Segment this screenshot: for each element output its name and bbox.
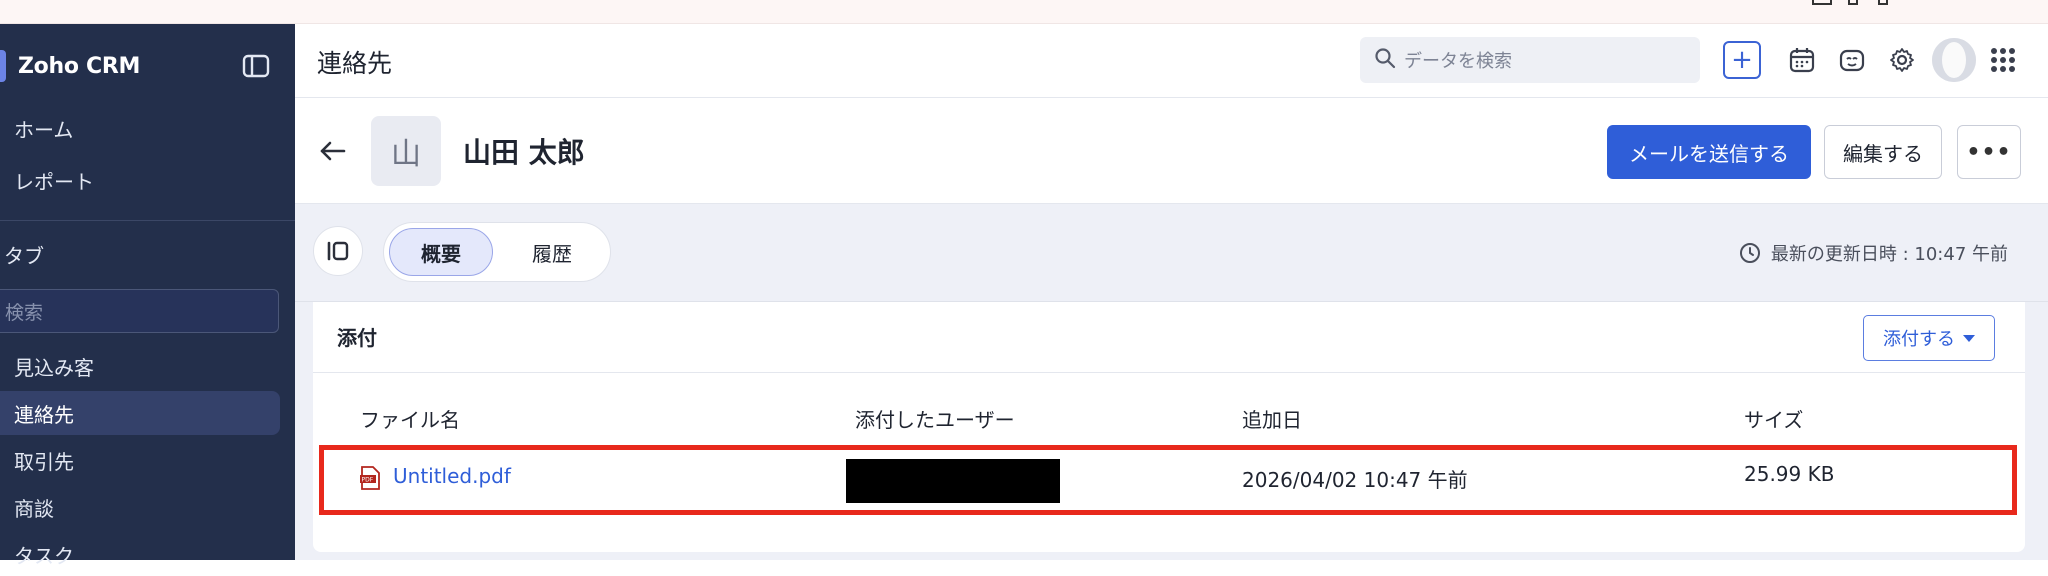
record-avatar: 山 bbox=[371, 116, 441, 186]
calendar-icon[interactable] bbox=[1786, 44, 1818, 76]
attach-button[interactable]: 添付する bbox=[1863, 315, 1995, 361]
sidebar-collapse-icon[interactable] bbox=[240, 50, 272, 82]
more-options-button[interactable]: ••• bbox=[1957, 125, 2021, 179]
sidebar-item-label: ホーム bbox=[14, 117, 74, 142]
brand-name: Zoho CRM bbox=[18, 53, 141, 79]
record-header: 山 山田 太郎 メールを送信する 編集する ••• bbox=[295, 98, 2048, 204]
top-strip-fragment bbox=[1788, 0, 2048, 6]
view-tabs: 概要 履歴 bbox=[383, 222, 611, 282]
attachment-file-link[interactable]: Untitled.pdf bbox=[393, 464, 511, 488]
redacted-attached-by bbox=[846, 459, 1060, 503]
send-email-button[interactable]: メールを送信する bbox=[1607, 125, 1811, 179]
sidebar-item-label: 取引先 bbox=[14, 449, 74, 474]
back-arrow-icon[interactable] bbox=[315, 134, 349, 168]
sidebar-item-label: 見込み客 bbox=[14, 355, 94, 380]
last-updated-text: 最新の更新日時 : 10:47 午前 bbox=[1770, 244, 2008, 265]
panel-toggle-icon[interactable] bbox=[313, 226, 363, 276]
sidebar-search-input[interactable]: 検索 bbox=[0, 289, 279, 333]
caret-down-icon bbox=[1963, 334, 1975, 342]
column-header-attached-by[interactable]: 添付したユーザー bbox=[855, 404, 1015, 433]
search-placeholder: データを検索 bbox=[1404, 51, 1512, 72]
card-divider bbox=[313, 372, 2025, 373]
sidebar-item-accounts[interactable]: 取引先 bbox=[0, 438, 280, 482]
sidebar-item-label: 連絡先 bbox=[14, 402, 74, 427]
attachment-added-date: 2026/04/02 10:47 午前 bbox=[1242, 468, 1468, 492]
pdf-file-icon: PDF bbox=[359, 466, 381, 490]
attach-button-label: 添付する bbox=[1883, 329, 1955, 350]
bot-icon[interactable] bbox=[1836, 44, 1868, 76]
sidebar-item-contacts[interactable]: 連絡先 bbox=[0, 391, 280, 435]
settings-icon[interactable] bbox=[1886, 44, 1918, 76]
attachment-size: 25.99 KB bbox=[1744, 462, 1835, 486]
page-title: 連絡先 bbox=[317, 49, 393, 78]
sidebar-divider bbox=[0, 220, 295, 221]
brand-logo-mark bbox=[0, 50, 6, 82]
sidebar-item-leads[interactable]: 見込み客 bbox=[0, 344, 280, 388]
sidebar-item-deals[interactable]: 商談 bbox=[0, 485, 280, 529]
top-header: 連絡先 データを検索 + bbox=[295, 24, 2048, 98]
sidebar-section-label: タブ bbox=[4, 244, 44, 268]
svg-text:PDF: PDF bbox=[362, 477, 374, 484]
sidebar-item-reports[interactable]: レポート bbox=[0, 158, 280, 202]
clock-icon bbox=[1739, 242, 1761, 264]
content-area: 添付 添付する ファイル名 添付したユーザー 追加日 サイズ PDF Untit… bbox=[295, 302, 2048, 560]
sidebar-item-label: レポート bbox=[14, 169, 94, 194]
global-search-input[interactable]: データを検索 bbox=[1360, 37, 1700, 83]
sidebar-item-label: 商談 bbox=[14, 496, 54, 521]
record-name: 山田 太郎 bbox=[463, 136, 585, 169]
record-tab-bar: 概要 履歴 最新の更新日時 : 10:47 午前 bbox=[295, 204, 2048, 302]
column-header-file-name[interactable]: ファイル名 bbox=[360, 404, 460, 433]
profile-avatar[interactable] bbox=[1932, 38, 1976, 82]
last-updated: 最新の更新日時 : 10:47 午前 bbox=[1739, 240, 2008, 266]
column-header-added-date[interactable]: 追加日 bbox=[1242, 404, 1302, 433]
sidebar-search-placeholder: 検索 bbox=[5, 301, 44, 324]
create-new-button[interactable]: + bbox=[1723, 41, 1761, 79]
tab-history[interactable]: 履歴 bbox=[502, 228, 602, 276]
column-header-size[interactable]: サイズ bbox=[1744, 404, 1803, 433]
attachments-title: 添付 bbox=[337, 326, 377, 350]
tab-overview[interactable]: 概要 bbox=[389, 228, 493, 276]
attachments-card: 添付 添付する ファイル名 添付したユーザー 追加日 サイズ PDF Untit… bbox=[313, 302, 2025, 552]
sidebar: Zoho CRM ホーム レポート タブ 検索 見込み客 連絡先 取引先 商談 … bbox=[0, 24, 295, 568]
edit-button[interactable]: 編集する bbox=[1824, 125, 1942, 179]
sidebar-item-tasks[interactable]: タスク bbox=[0, 532, 280, 576]
apps-grid-icon[interactable] bbox=[1987, 44, 2019, 76]
sidebar-item-label: タスク bbox=[14, 543, 74, 568]
search-icon bbox=[1374, 47, 1396, 74]
brand[interactable]: Zoho CRM bbox=[0, 46, 140, 86]
sidebar-item-home[interactable]: ホーム bbox=[0, 106, 280, 150]
browser-top-strip bbox=[0, 0, 2048, 24]
